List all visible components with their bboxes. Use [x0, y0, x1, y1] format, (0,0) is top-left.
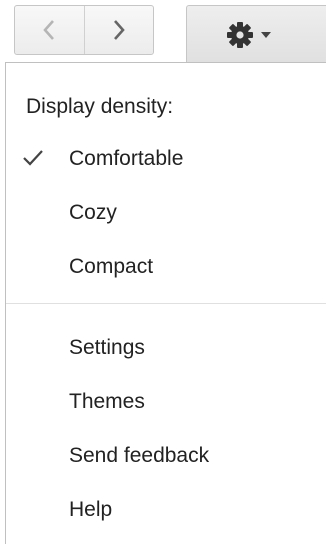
next-button[interactable] [83, 6, 154, 54]
menu-item-label: Themes [69, 390, 145, 413]
menu-item-label: Send feedback [69, 444, 210, 467]
menu-item-help[interactable]: Help [6, 488, 326, 532]
menu-item-send-feedback[interactable]: Send feedback [6, 434, 326, 478]
menu-item-cozy[interactable]: Cozy [6, 191, 326, 235]
page: Display density: Comfortable Cozy Compac… [0, 0, 326, 544]
menu-item-label: Compact [69, 255, 154, 278]
settings-menu-button[interactable] [186, 5, 326, 63]
gear-icon [227, 21, 253, 48]
navigation-button-group [14, 5, 154, 55]
previous-button[interactable] [15, 6, 84, 54]
menu-item-themes[interactable]: Themes [6, 380, 326, 424]
checkmark-icon [23, 150, 43, 166]
menu-item-label: Cozy [69, 201, 117, 224]
menu-item-settings[interactable]: Settings [6, 326, 326, 370]
menu-divider [6, 303, 326, 304]
menu-item-comfortable[interactable]: Comfortable [6, 137, 326, 181]
menu-item-label: Help [69, 498, 113, 521]
menu-item-label: Settings [69, 336, 145, 359]
display-density-heading: Display density: [26, 95, 174, 118]
chevron-left-icon [43, 20, 55, 40]
menu-item-compact[interactable]: Compact [6, 245, 326, 289]
chevron-right-icon [113, 20, 125, 40]
settings-dropdown-menu: Display density: Comfortable Cozy Compac… [5, 62, 326, 544]
menu-item-label: Comfortable [69, 147, 184, 170]
caret-down-icon [261, 31, 271, 38]
